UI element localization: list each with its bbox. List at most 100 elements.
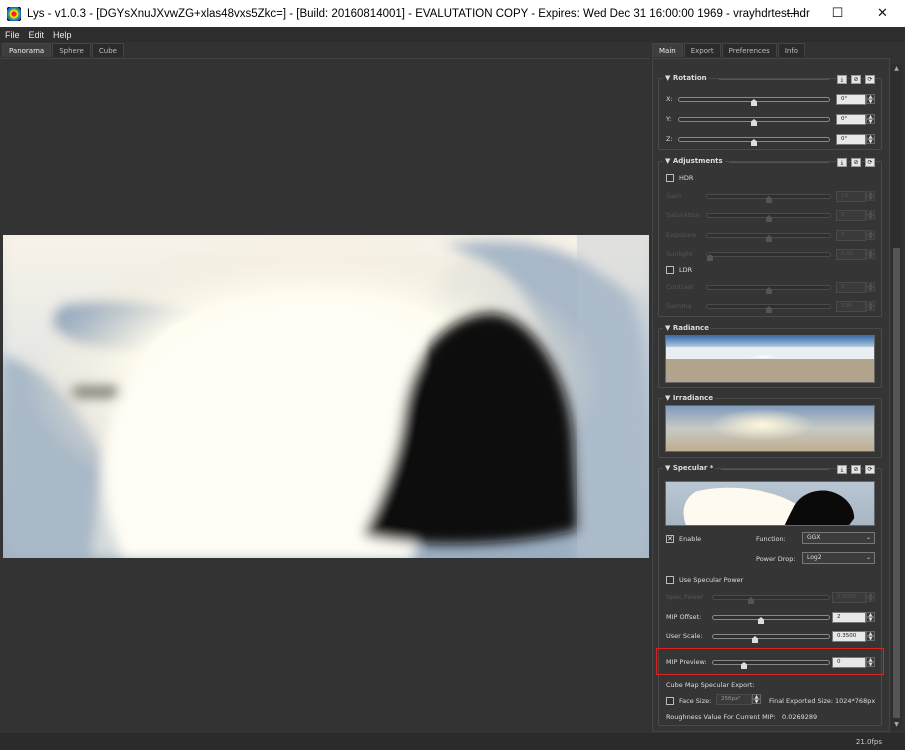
user-scale-field[interactable]: 0.3500 — [832, 630, 866, 642]
rotation-y-row: Y: 0° ▲ ▼ — [666, 113, 878, 126]
gamma-field[interactable]: 100 — [836, 300, 866, 312]
gamma-row: Gamma 100 ▲ ▼ — [666, 300, 878, 313]
saturation-field[interactable]: 0 — [836, 209, 866, 221]
tab-cube[interactable]: Cube — [91, 43, 124, 57]
gamma-label: Gamma — [666, 302, 692, 310]
saturation-spinner[interactable]: ▲ ▼ — [866, 209, 875, 221]
user-scale-slider[interactable] — [712, 634, 830, 639]
specular-enable-checkbox[interactable]: ✕ — [666, 535, 674, 543]
exposure-row: Exposure 0 ▲ ▼ — [666, 229, 878, 242]
specular-power-field[interactable]: 0.0000 — [832, 591, 866, 603]
face-size-field[interactable]: 256px² — [716, 694, 752, 705]
gain-row: Gain 10 ▲ ▼ — [666, 190, 878, 203]
gain-label: Gain — [666, 192, 681, 200]
sunlight-spinner[interactable]: ▲ ▼ — [866, 248, 875, 260]
tab-preferences[interactable]: Preferences — [721, 43, 777, 57]
tab-info[interactable]: Info — [777, 43, 806, 57]
irradiance-header[interactable]: ▼ Irradiance — [663, 394, 716, 402]
use-specular-power-label: Use Specular Power — [679, 576, 744, 584]
contrast-label: Contrast — [666, 283, 694, 291]
adjustments-header[interactable]: ▼ Adjustments — [663, 157, 725, 165]
fps-counter: 21.0fps — [855, 738, 882, 746]
rotation-x-spinner[interactable]: ▲ ▼ — [866, 93, 875, 105]
menu-edit[interactable]: Edit — [29, 30, 45, 40]
roughness-label: Roughness Value For Current MIP: — [666, 713, 776, 721]
use-specular-power-checkbox[interactable] — [666, 576, 674, 584]
specular-power-row: Spec Power 0.0000 ▲ ▼ — [666, 591, 878, 604]
rotation-y-field[interactable]: 0° — [836, 113, 866, 125]
reset-icon[interactable]: ⊘ — [851, 465, 861, 474]
window-title: Lys - v1.0.3 - [DGYsXnuJXvwZG+xlas48vxs5… — [27, 7, 810, 20]
power-drop-select[interactable]: Log2 ⌄ — [802, 552, 875, 564]
refresh-icon[interactable]: ⟳ — [865, 465, 875, 474]
export-icon[interactable]: ⤓ — [837, 75, 847, 84]
contrast-field[interactable]: 0 — [836, 281, 866, 293]
tab-panorama[interactable]: Panorama — [2, 43, 52, 57]
rotation-group: ▼ Rotation ⤓ ⊘ ⟳ X: 0° ▲ ▼ Y: 0° ▲ ▼ Z: 0°… — [658, 74, 882, 150]
rotation-z-field[interactable]: 0° — [836, 133, 866, 145]
mip-offset-spinner[interactable]: ▲ ▼ — [866, 611, 875, 623]
scroll-down-icon[interactable]: ▼ — [891, 720, 902, 730]
rotation-x-field[interactable]: 0° — [836, 93, 866, 105]
mip-offset-label: MIP Offset: — [666, 613, 702, 621]
tab-main[interactable]: Main — [652, 43, 683, 57]
contrast-spinner[interactable]: ▲ ▼ — [866, 281, 875, 293]
final-exported-size-label: Final Exported Size: — [769, 697, 834, 705]
gain-field[interactable]: 10 — [836, 190, 866, 202]
sunlight-field[interactable]: 0.00 — [836, 248, 866, 260]
specular-power-spinner[interactable]: ▲ ▼ — [866, 591, 875, 603]
exposure-spinner[interactable]: ▲ ▼ — [866, 229, 875, 241]
face-size-checkbox[interactable] — [666, 697, 674, 705]
sunlight-slider[interactable] — [706, 252, 831, 257]
minimize-button[interactable]: — — [770, 0, 815, 27]
radiance-header[interactable]: ▼ Radiance — [663, 324, 711, 332]
chevron-down-icon: ⌄ — [865, 534, 871, 541]
menu-bar: File Edit Help — [0, 27, 905, 42]
specular-title: Specular * — [672, 464, 714, 472]
irradiance-title: Irradiance — [672, 394, 714, 402]
viewport[interactable] — [0, 58, 650, 732]
panel-scrollbar[interactable]: ▲ ▼ — [891, 64, 902, 730]
maximize-button[interactable]: ☐ — [815, 0, 860, 27]
specular-power-label: Spec Power — [666, 593, 704, 601]
gamma-spinner[interactable]: ▲ ▼ — [866, 300, 875, 312]
function-label: Function: — [756, 535, 786, 543]
power-drop-value: Log2 — [807, 554, 822, 561]
export-icon[interactable]: ⤓ — [837, 158, 847, 167]
rotation-z-label: Z: — [666, 135, 673, 143]
menu-file[interactable]: File — [5, 30, 20, 40]
ldr-checkbox[interactable] — [666, 266, 674, 274]
panorama-preview[interactable] — [3, 235, 649, 558]
final-exported-size-value: 1024*768px — [835, 697, 876, 705]
export-icon[interactable]: ⤓ — [837, 465, 847, 474]
mip-offset-slider[interactable] — [712, 615, 830, 620]
user-scale-spinner[interactable]: ▲ ▼ — [866, 630, 875, 642]
scroll-thumb[interactable] — [893, 248, 900, 718]
reset-icon[interactable]: ⊘ — [851, 75, 861, 84]
rotation-z-spinner[interactable]: ▲ ▼ — [866, 133, 875, 145]
menu-help[interactable]: Help — [53, 30, 72, 40]
hdr-checkbox[interactable] — [666, 174, 674, 182]
saturation-label: Saturation — [666, 211, 700, 219]
exposure-field[interactable]: 0 — [836, 229, 866, 241]
gain-spinner[interactable]: ▲ ▼ — [866, 190, 875, 202]
close-button[interactable]: ✕ — [860, 0, 905, 27]
scroll-up-icon[interactable]: ▲ — [891, 64, 902, 74]
refresh-icon[interactable]: ⟳ — [865, 158, 875, 167]
rotation-y-spinner[interactable]: ▲ ▼ — [866, 113, 875, 125]
sunlight-label: Sunlight — [666, 250, 693, 258]
specular-header[interactable]: ▼ Specular * — [663, 464, 716, 472]
adjustments-group: ▼ Adjustments ⤓ ⊘ ⟳ HDR Gain 10 ▲ ▼ Satur… — [658, 157, 882, 317]
highlight-box — [656, 648, 884, 675]
face-size-spinner[interactable]: ▲ ▼ — [752, 694, 761, 705]
reset-icon[interactable]: ⊘ — [851, 158, 861, 167]
refresh-icon[interactable]: ⟳ — [865, 75, 875, 84]
function-select[interactable]: GGX ⌄ — [802, 532, 875, 544]
face-size-label: Face Size: — [679, 697, 712, 705]
specular-power-slider[interactable] — [712, 595, 830, 600]
specular-buttons: ⤓ ⊘ ⟳ — [833, 465, 875, 474]
tab-export[interactable]: Export — [683, 43, 721, 57]
rotation-header[interactable]: ▼ Rotation — [663, 74, 709, 82]
tab-sphere[interactable]: Sphere — [52, 43, 91, 57]
mip-offset-field[interactable]: 2 — [832, 611, 866, 623]
